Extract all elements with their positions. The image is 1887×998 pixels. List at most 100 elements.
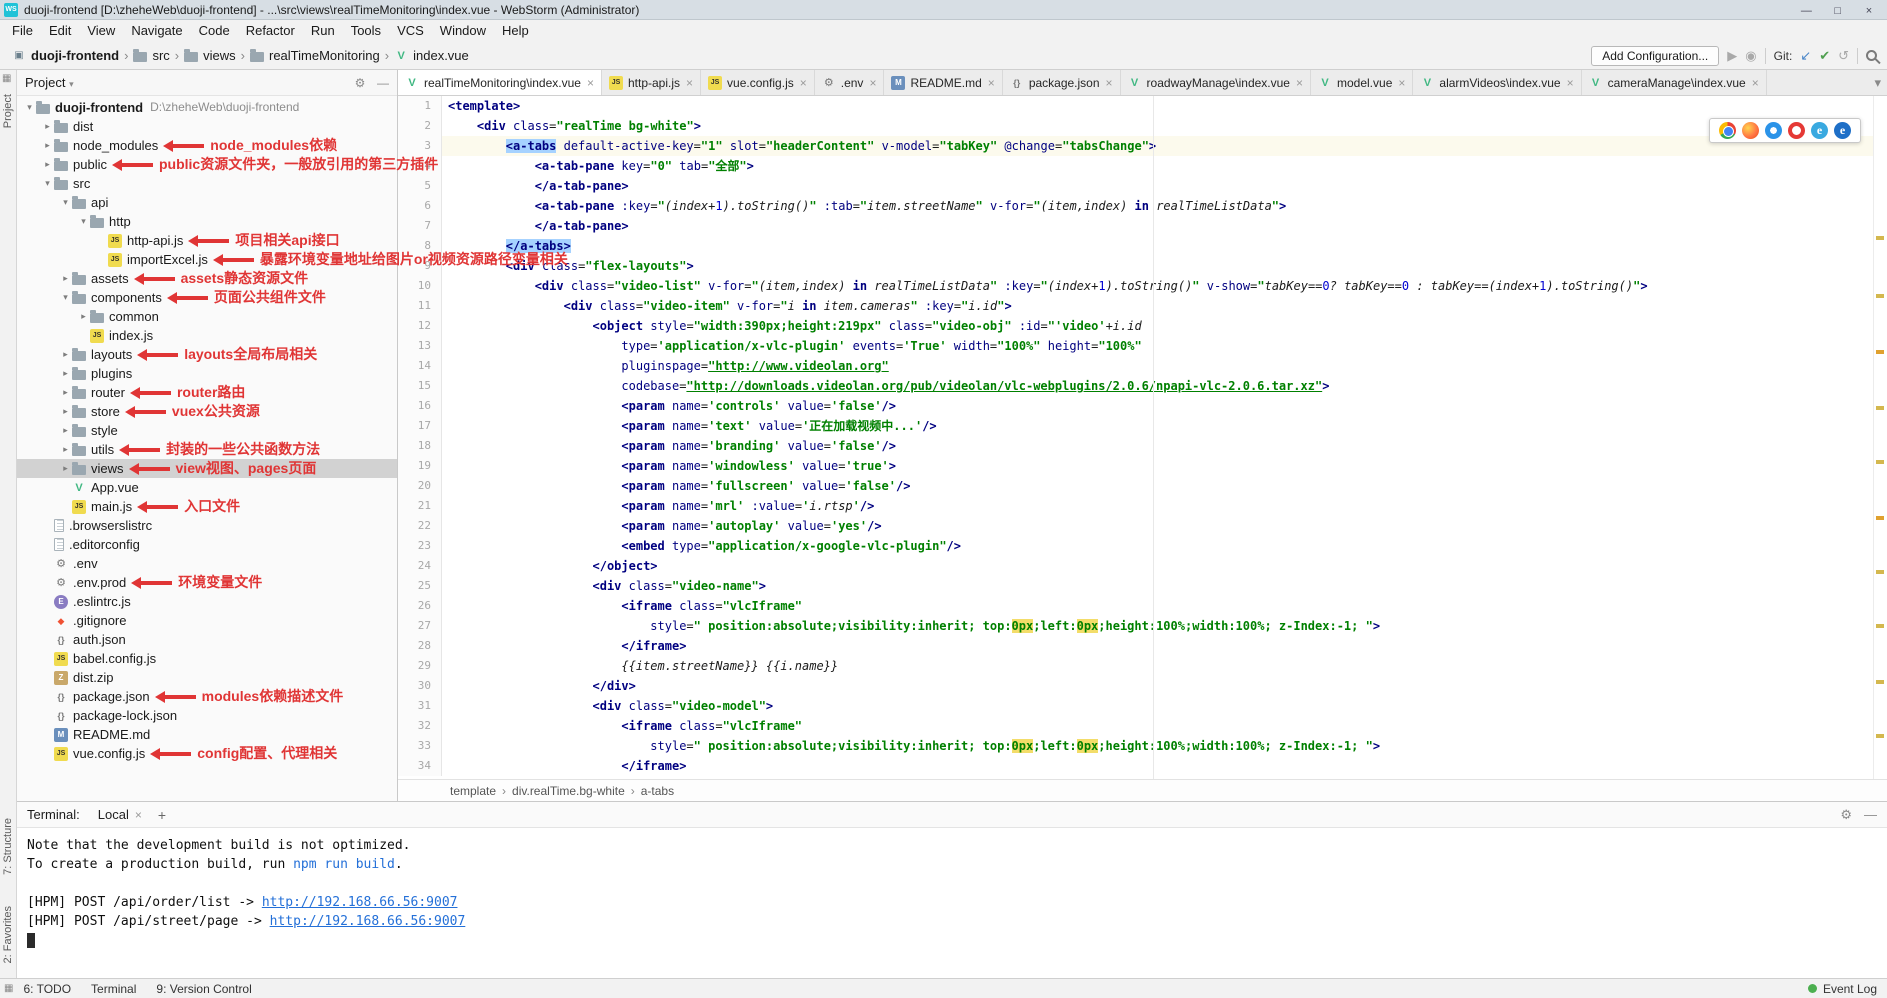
run-button[interactable]: ▶: [1727, 48, 1737, 64]
chevron-right-icon[interactable]: ▸: [59, 364, 72, 383]
tree-item[interactable]: .browserslistrc: [17, 516, 397, 535]
line-number[interactable]: 7: [398, 216, 442, 236]
chevron-right-icon[interactable]: ▸: [59, 383, 72, 402]
editor-tab[interactable]: ValarmVideos\index.vue×: [1413, 70, 1581, 95]
code-area[interactable]: 1<template>2 <div class="realTime bg-whi…: [398, 96, 1887, 776]
menu-item-code[interactable]: Code: [191, 20, 238, 42]
tree-item[interactable]: JSindex.js: [17, 326, 397, 345]
firefox-browser-icon[interactable]: [1742, 122, 1759, 139]
terminal-minimize-icon[interactable]: —: [1864, 807, 1877, 823]
menu-item-tools[interactable]: Tools: [343, 20, 389, 42]
code-line[interactable]: 5 </a-tab-pane>: [398, 176, 1887, 196]
tree-item[interactable]: JSvue.config.jsconfig配置、代理相关: [17, 744, 397, 763]
line-number[interactable]: 14: [398, 356, 442, 376]
code-line[interactable]: 15 codebase="http://downloads.videolan.o…: [398, 376, 1887, 396]
chevron-down-icon[interactable]: ▾: [69, 79, 74, 89]
tree-item[interactable]: ▸utils封装的一些公共函数方法: [17, 440, 397, 459]
editor-tab[interactable]: ⚙.env×: [815, 70, 885, 95]
chevron-down-icon[interactable]: ▾: [41, 174, 54, 193]
code-line[interactable]: 19 <param name='windowless' value='true'…: [398, 456, 1887, 476]
hide-panel-icon[interactable]: —: [377, 76, 389, 90]
tree-item[interactable]: ▸plugins: [17, 364, 397, 383]
chevron-down-icon[interactable]: ▾: [23, 98, 36, 117]
tree-item[interactable]: ▾duoji-frontendD:\zheheWeb\duoji-fronten…: [17, 98, 397, 117]
close-icon[interactable]: ×: [1567, 76, 1574, 90]
code-line[interactable]: 14 pluginspage="http://www.videolan.org": [398, 356, 1887, 376]
code-line[interactable]: 25 <div class="video-name">: [398, 576, 1887, 596]
line-number[interactable]: 17: [398, 416, 442, 436]
safari-browser-icon[interactable]: [1765, 122, 1782, 139]
editor-tab[interactable]: MREADME.md×: [884, 70, 1002, 95]
code-line[interactable]: 7 </a-tab-pane>: [398, 216, 1887, 236]
close-icon[interactable]: ×: [800, 76, 807, 90]
breadcrumb-item[interactable]: src: [133, 48, 169, 63]
breadcrumb-item[interactable]: realTimeMonitoring: [250, 48, 380, 63]
tree-item[interactable]: ▸assetsassets静态资源文件: [17, 269, 397, 288]
code-line[interactable]: 22 <param name='autoplay' value='yes'/>: [398, 516, 1887, 536]
tree-item[interactable]: ▸routerrouter路由: [17, 383, 397, 402]
chevron-right-icon[interactable]: ▸: [59, 269, 72, 288]
close-icon[interactable]: ×: [1296, 76, 1303, 90]
code-line[interactable]: 31 <div class="video-model">: [398, 696, 1887, 716]
tree-item[interactable]: ▾http: [17, 212, 397, 231]
tool-button-favorites[interactable]: 2: Favorites: [2, 906, 14, 963]
tree-item[interactable]: ▾src: [17, 174, 397, 193]
code-line[interactable]: 18 <param name='branding' value='false'/…: [398, 436, 1887, 456]
code-line[interactable]: 32 <iframe class="vlcIframe": [398, 716, 1887, 736]
code-line[interactable]: 17 <param name='text' value='正在加载视频中...'…: [398, 416, 1887, 436]
line-number[interactable]: 5: [398, 176, 442, 196]
line-number[interactable]: 25: [398, 576, 442, 596]
project-settings-icon[interactable]: ⚙: [355, 76, 366, 90]
tree-item[interactable]: JSbabel.config.js: [17, 649, 397, 668]
code-line[interactable]: 24 </object>: [398, 556, 1887, 576]
code-line[interactable]: 26 <iframe class="vlcIframe": [398, 596, 1887, 616]
close-icon[interactable]: ×: [686, 76, 693, 90]
code-line[interactable]: 9 <div class="flex-layouts">: [398, 256, 1887, 276]
tree-item[interactable]: ▾api: [17, 193, 397, 212]
editor-breadcrumb-item[interactable]: div.realTime.bg-white: [512, 784, 625, 798]
line-number[interactable]: 16: [398, 396, 442, 416]
menu-item-edit[interactable]: Edit: [41, 20, 79, 42]
editor-tab[interactable]: VroadwayManage\index.vue×: [1121, 70, 1311, 95]
chevron-down-icon[interactable]: ▾: [59, 193, 72, 212]
event-log-button[interactable]: Event Log: [1823, 982, 1877, 996]
tool-window-toggle-icon[interactable]: ▦: [4, 983, 13, 994]
tree-item[interactable]: Zdist.zip: [17, 668, 397, 687]
close-icon[interactable]: ×: [587, 76, 594, 90]
status-item-6-todo[interactable]: 6: TODO: [23, 982, 71, 996]
chevron-right-icon[interactable]: ▸: [41, 117, 54, 136]
line-number[interactable]: 26: [398, 596, 442, 616]
menu-item-window[interactable]: Window: [432, 20, 494, 42]
code-line[interactable]: 23 <embed type="application/x-google-vlc…: [398, 536, 1887, 556]
tree-item[interactable]: ▸node_modulesnode_modules依赖: [17, 136, 397, 155]
tree-item[interactable]: MREADME.md: [17, 725, 397, 744]
editor-tab[interactable]: {}package.json×: [1003, 70, 1121, 95]
chevron-right-icon[interactable]: ▸: [41, 136, 54, 155]
terminal-link[interactable]: http://192.168.66.56:9007: [262, 895, 458, 910]
chrome-browser-icon[interactable]: [1719, 122, 1736, 139]
chevron-down-icon[interactable]: ▾: [77, 212, 90, 231]
git-commit-icon[interactable]: ✔: [1819, 48, 1830, 64]
menu-item-view[interactable]: View: [79, 20, 123, 42]
status-item-terminal[interactable]: Terminal: [91, 982, 136, 996]
line-number[interactable]: 21: [398, 496, 442, 516]
code-line[interactable]: 20 <param name='fullscreen' value='false…: [398, 476, 1887, 496]
chevron-down-icon[interactable]: ▾: [59, 288, 72, 307]
line-number[interactable]: 24: [398, 556, 442, 576]
tree-item[interactable]: ▸layoutslayouts全局布局相关: [17, 345, 397, 364]
tree-item[interactable]: ⚙.env.prod环境变量文件: [17, 573, 397, 592]
terminal-link[interactable]: http://192.168.66.56:9007: [270, 914, 466, 929]
tool-button-structure[interactable]: 7: Structure: [2, 818, 14, 875]
menu-item-run[interactable]: Run: [303, 20, 343, 42]
tree-item[interactable]: JSimportExcel.js暴露环境变量地址给图片or视频资源路径变量相关: [17, 250, 397, 269]
close-icon[interactable]: ×: [1106, 76, 1113, 90]
tree-item[interactable]: ▸publicpublic资源文件夹，一般放引用的第三方插件: [17, 155, 397, 174]
error-stripe[interactable]: [1873, 96, 1887, 779]
tool-button-project[interactable]: Project: [2, 94, 14, 128]
line-number[interactable]: 11: [398, 296, 442, 316]
maximize-button[interactable]: □: [1824, 5, 1852, 17]
tree-item[interactable]: {}package-lock.json: [17, 706, 397, 725]
line-number[interactable]: 19: [398, 456, 442, 476]
close-icon[interactable]: ×: [1398, 76, 1405, 90]
chevron-right-icon[interactable]: ▸: [77, 307, 90, 326]
